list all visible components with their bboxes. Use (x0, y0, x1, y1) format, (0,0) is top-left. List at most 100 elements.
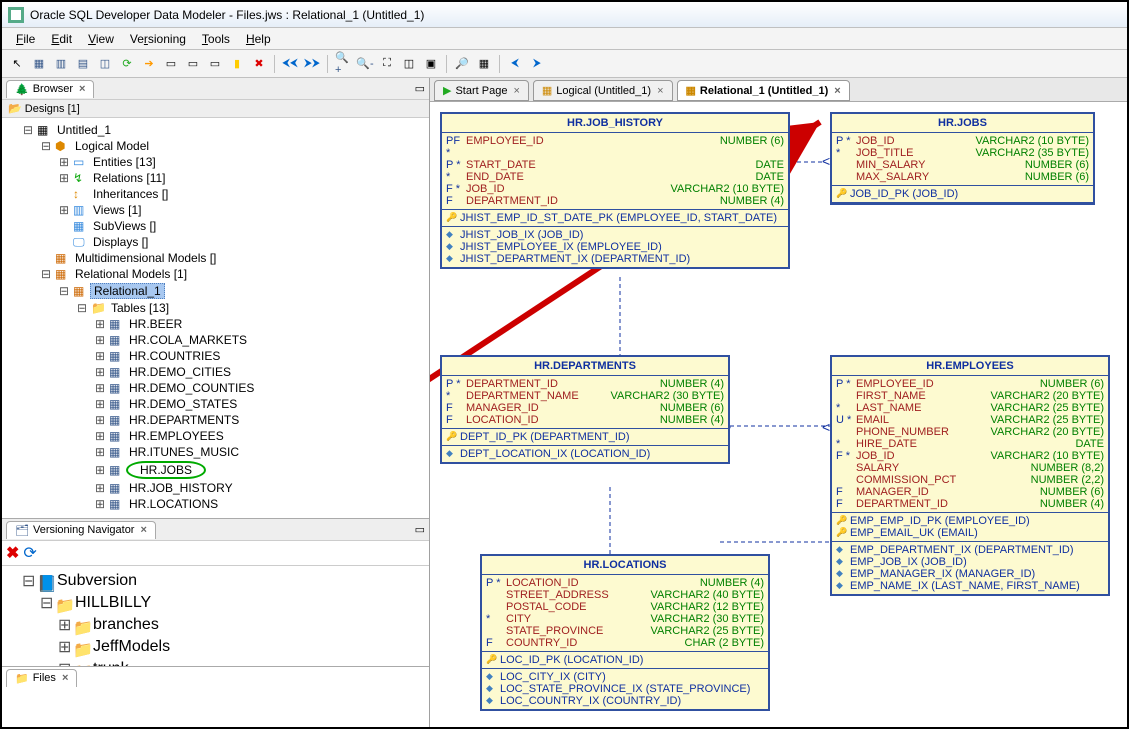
box1-icon[interactable]: ▭ (162, 55, 180, 73)
delete-icon[interactable]: ✖ (250, 55, 268, 73)
entity-title: HR.JOBS (832, 114, 1093, 133)
entity-jobs[interactable]: HR.JOBS P *JOB_IDVARCHAR2 (10 BYTE) *JOB… (830, 112, 1095, 205)
tree-table[interactable]: ⊞▦HR.JOB_HISTORY (94, 480, 427, 496)
entity-job-history[interactable]: HR.JOB_HISTORY PF *EMPLOYEE_IDNUMBER (6)… (440, 112, 790, 269)
versioning-tab-label: Versioning Navigator (33, 524, 135, 536)
back-icon[interactable]: ⮜ (506, 55, 524, 73)
jeffmodels-node[interactable]: ⊞📁JeffModels (58, 636, 427, 658)
tree-icon: 🌲 (15, 83, 29, 96)
tree-entities[interactable]: ⊞▭Entities [13] (58, 154, 427, 170)
tab-logical[interactable]: ▦Logical (Untitled_1)× (533, 80, 673, 101)
branches-node[interactable]: ⊞📁branches (58, 614, 427, 636)
browser-tab-label: Browser (33, 83, 73, 95)
entity-locations[interactable]: HR.LOCATIONS P *LOCATION_IDNUMBER (4)STR… (480, 554, 770, 711)
minimize-icon[interactable]: ▭ (415, 82, 425, 95)
menu-file[interactable]: File (8, 30, 43, 48)
menu-tools[interactable]: Tools (194, 30, 238, 48)
svg-text:<: < (822, 419, 830, 435)
close-icon[interactable]: × (62, 672, 68, 684)
versioning-tab[interactable]: 🗂 Versioning Navigator × (6, 521, 156, 539)
close-icon[interactable]: × (657, 85, 663, 97)
entity-employees[interactable]: HR.EMPLOYEES P *EMPLOYEE_IDNUMBER (6)FIR… (830, 355, 1110, 596)
tree-relmodels[interactable]: ⊟▦Relational Models [1] (40, 266, 427, 282)
tree-table[interactable]: ⊞▦HR.COUNTRIES (94, 348, 427, 364)
tree-table[interactable]: ⊞▦HR.DEMO_CITIES (94, 364, 427, 380)
layers-icon[interactable]: ▦ (475, 55, 493, 73)
files-icon: 📁 (15, 672, 29, 685)
box3-icon[interactable]: ▭ (206, 55, 224, 73)
zoom-out-icon[interactable]: 🔍- (356, 55, 374, 73)
find-icon[interactable]: 🔎 (453, 55, 471, 73)
refresh-icon[interactable]: ⟳ (118, 55, 136, 73)
entity-title: HR.LOCATIONS (482, 556, 768, 575)
delete-icon[interactable]: ✖ (6, 543, 19, 563)
fit-all-icon[interactable]: ▣ (422, 55, 440, 73)
files-tab-label: Files (33, 672, 56, 684)
tree-views[interactable]: ⊞▥Views [1] (58, 202, 427, 218)
tree-table[interactable]: ⊞▦HR.EMPLOYEES (94, 428, 427, 444)
window-title: Oracle SQL Developer Data Modeler - File… (30, 8, 424, 22)
tree-multi[interactable]: ▦Multidimensional Models [] (40, 250, 427, 266)
files-tab[interactable]: 📁 Files × (6, 669, 77, 687)
toolbar: ↖ ▦ ▥ ▤ ◫ ⟳ ➔ ▭ ▭ ▭ ▮ ✖ ⮜⮜ ⮞⮞ 🔍+ 🔍- ⛶ ◫ … (2, 50, 1127, 78)
menu-versioning[interactable]: Versioning (122, 30, 194, 48)
trunk-node[interactable]: ⊟📁trunk (58, 658, 427, 666)
tree-displays[interactable]: 🖵Displays [] (58, 234, 427, 250)
versioning-icon: 🗂 (15, 524, 29, 537)
tree-table[interactable]: ⊞▦HR.BEER (94, 316, 427, 332)
close-icon[interactable]: × (140, 524, 146, 536)
minimize-icon[interactable]: ▭ (415, 523, 425, 536)
tree-table[interactable]: ⊞▦HR.COLA_MARKETS (94, 332, 427, 348)
zoom-in-icon[interactable]: 🔍+ (334, 55, 352, 73)
entity-departments[interactable]: HR.DEPARTMENTS P *DEPARTMENT_IDNUMBER (4… (440, 355, 730, 464)
menubar: File Edit View Versioning Tools Help (2, 28, 1127, 50)
view-icon[interactable]: ▥ (52, 55, 70, 73)
tree-table[interactable]: ⊞▦HR.JOBS (94, 460, 427, 480)
menu-edit[interactable]: Edit (43, 30, 80, 48)
browser-tab[interactable]: 🌲 Browser × (6, 80, 94, 98)
tree-rel1[interactable]: ⊟▦Relational_1 (58, 282, 427, 300)
tree-table[interactable]: ⊞▦HR.DEPARTMENTS (94, 412, 427, 428)
close-icon[interactable]: × (513, 85, 519, 97)
tree-logical[interactable]: ⊟⬢Logical Model (40, 138, 427, 154)
canvas-tabs: ▶Start Page× ▦Logical (Untitled_1)× ▦Rel… (430, 78, 1127, 102)
new-table-icon[interactable]: ▤ (74, 55, 92, 73)
designs-label[interactable]: 📂 Designs [1] (2, 100, 429, 118)
entity-title: HR.EMPLOYEES (832, 357, 1108, 376)
tree-root[interactable]: ⊟▦Untitled_1 (22, 122, 427, 138)
refresh-icon[interactable]: ⟳ (23, 543, 36, 563)
tree-subviews[interactable]: ▦SubViews [] (58, 218, 427, 234)
tree-table[interactable]: ⊞▦HR.LOCATIONS (94, 496, 427, 512)
close-icon[interactable]: × (79, 83, 85, 95)
last-icon[interactable]: ⮞⮞ (303, 55, 321, 73)
diagram-canvas[interactable]: > < < HR.JOB_HISTORY PF *EMPLOYEE_IDNUMB… (430, 102, 1127, 727)
tree-tables[interactable]: ⊟📁Tables [13] (76, 300, 427, 316)
forward-icon[interactable]: ⮞ (528, 55, 546, 73)
split-icon[interactable]: ◫ (96, 55, 114, 73)
entity-title: HR.DEPARTMENTS (442, 357, 728, 376)
tree-relations[interactable]: ⊞↯Relations [11] (58, 170, 427, 186)
arrow-icon[interactable]: ➔ (140, 55, 158, 73)
titlebar: Oracle SQL Developer Data Modeler - File… (2, 2, 1127, 28)
menu-view[interactable]: View (80, 30, 122, 48)
first-icon[interactable]: ⮜⮜ (281, 55, 299, 73)
tree-inheritances[interactable]: ↕Inheritances [] (58, 186, 427, 202)
box2-icon[interactable]: ▭ (184, 55, 202, 73)
tree-table[interactable]: ⊞▦HR.ITUNES_MUSIC (94, 444, 427, 460)
subversion-node[interactable]: ⊟📘Subversion (22, 570, 427, 592)
svg-text:<: < (822, 153, 830, 169)
menu-help[interactable]: Help (238, 30, 279, 48)
entity-title: HR.JOB_HISTORY (442, 114, 788, 133)
table-icon[interactable]: ▦ (30, 55, 48, 73)
pointer-icon[interactable]: ↖ (8, 55, 26, 73)
fit-icon[interactable]: ⛶ (378, 55, 396, 73)
tree-table[interactable]: ⊞▦HR.DEMO_STATES (94, 396, 427, 412)
tab-start[interactable]: ▶Start Page× (434, 80, 529, 101)
note-icon[interactable]: ▮ (228, 55, 246, 73)
tab-relational[interactable]: ▦Relational_1 (Untitled_1)× (677, 80, 850, 101)
app-icon (8, 7, 24, 23)
repo-node[interactable]: ⊟📁HILLBILLY (40, 592, 427, 614)
fit-width-icon[interactable]: ◫ (400, 55, 418, 73)
close-icon[interactable]: × (834, 85, 840, 97)
tree-table[interactable]: ⊞▦HR.DEMO_COUNTIES (94, 380, 427, 396)
